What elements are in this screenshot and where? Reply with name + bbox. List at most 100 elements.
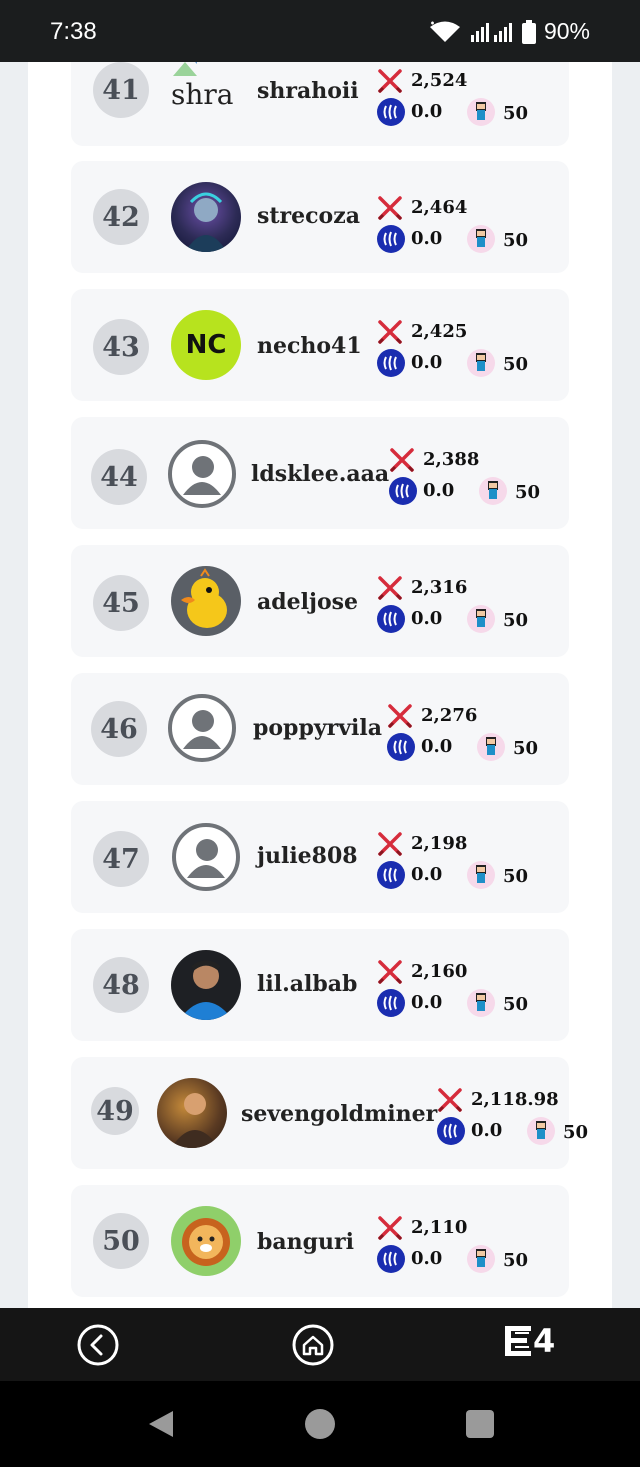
default-avatar[interactable] <box>167 693 237 763</box>
units-count: 50 <box>503 354 529 375</box>
power-value: 2,110 <box>411 1217 468 1238</box>
rank-badge: 46 <box>91 701 147 757</box>
units-count: 50 <box>503 103 529 124</box>
default-avatar[interactable] <box>167 439 237 509</box>
status-icons: 90% <box>428 18 590 45</box>
user-photo-avatar[interactable] <box>171 950 241 1020</box>
steem-icon <box>377 225 405 253</box>
steem-power-value: 0.0 <box>423 480 455 501</box>
units-count: 50 <box>563 1122 589 1143</box>
user-photo-avatar[interactable] <box>171 182 241 252</box>
units-count: 50 <box>503 230 529 251</box>
system-recents-icon[interactable] <box>466 1410 494 1438</box>
steem-icon <box>377 98 405 126</box>
logo-number: 4 <box>533 1322 556 1360</box>
crossed-swords-icon <box>377 69 403 94</box>
stats-group: 2,276 0.0 50 <box>387 703 538 763</box>
rank-badge: 47 <box>93 831 149 887</box>
leaderboard-row[interactable]: 42 strecoza 2,464 0.0 50 <box>71 161 569 273</box>
card-unit-icon <box>477 733 505 761</box>
power-value: 2,388 <box>423 449 480 470</box>
rank-badge: 43 <box>93 319 149 375</box>
power-value: 2,464 <box>411 197 468 218</box>
units-count: 50 <box>503 610 529 631</box>
username[interactable]: lil.albab <box>257 971 357 997</box>
signal-icon <box>470 22 512 42</box>
rank-badge: 48 <box>93 957 149 1013</box>
leaderboard-row[interactable]: 49 sevengoldminer 2,118.98 0.0 50 <box>71 1057 588 1169</box>
username[interactable]: sevengoldminer <box>241 1101 437 1127</box>
username[interactable]: ldsklee.aaa <box>251 461 389 487</box>
leaderboard-row[interactable]: 41 shra shrahoii 2,524 0.0 50 <box>71 62 569 146</box>
power-value: 2,316 <box>411 577 468 598</box>
card-unit-icon <box>467 349 495 377</box>
stats-group: 2,118.98 0.0 50 <box>437 1087 588 1147</box>
stats-group: 2,425 0.0 50 <box>377 319 528 379</box>
system-home-icon[interactable] <box>305 1409 335 1439</box>
username[interactable]: necho41 <box>257 333 362 359</box>
leaderboard-row[interactable]: 48 lil.albab 2,160 0.0 50 <box>71 929 569 1041</box>
units-count: 50 <box>503 866 529 887</box>
steem-power-value: 0.0 <box>411 228 443 249</box>
steem-icon <box>377 605 405 633</box>
lion-avatar[interactable] <box>171 1206 241 1276</box>
units-count: 50 <box>503 994 529 1015</box>
stats-group: 2,464 0.0 50 <box>377 195 528 255</box>
battery-icon <box>521 19 536 44</box>
power-value: 2,276 <box>421 705 478 726</box>
home-icon[interactable] <box>291 1323 335 1367</box>
initials-avatar[interactable]: NC <box>171 310 241 380</box>
crossed-swords-icon <box>377 320 403 345</box>
steem-power-value: 0.0 <box>411 352 443 373</box>
steem-power-value: 0.0 <box>411 101 443 122</box>
leaderboard-row[interactable]: 43 NC necho41 2,425 0.0 50 <box>71 289 569 401</box>
units-count: 50 <box>503 1250 529 1271</box>
leaderboard-row[interactable]: 50 banguri 2,110 0.0 50 <box>71 1185 569 1297</box>
leaderboard-row[interactable]: 45 adeljose 2,316 0.0 50 <box>71 545 569 657</box>
power-value: 2,198 <box>411 833 468 854</box>
crossed-swords-icon <box>377 832 403 857</box>
crossed-swords-icon <box>387 704 413 729</box>
bottom-nav: 4 <box>0 1308 640 1381</box>
card-unit-icon <box>527 1117 555 1145</box>
crossed-swords-icon <box>437 1088 463 1113</box>
app-logo[interactable]: 4 <box>505 1322 556 1360</box>
username[interactable]: strecoza <box>257 203 360 229</box>
username[interactable]: banguri <box>257 1229 354 1255</box>
card-unit-icon <box>467 861 495 889</box>
leaderboard-row[interactable]: 44 ldsklee.aaa 2,388 0.0 50 <box>71 417 569 529</box>
leaderboard-row[interactable]: 46 poppyrvila 2,276 0.0 50 <box>71 673 569 785</box>
system-back-icon[interactable] <box>145 1409 175 1439</box>
username[interactable]: shrahoii <box>257 78 359 104</box>
steem-icon <box>377 861 405 889</box>
username[interactable]: adeljose <box>257 589 358 615</box>
duck-avatar[interactable] <box>171 566 241 636</box>
username[interactable]: poppyrvila <box>253 715 382 741</box>
steem-power-value: 0.0 <box>411 1248 443 1269</box>
username[interactable]: julie808 <box>257 843 358 869</box>
leaderboard-view[interactable]: 41 shra shrahoii 2,524 0.0 50 42 strecoz… <box>0 62 640 1308</box>
default-avatar[interactable] <box>171 822 241 892</box>
stats-group: 2,524 0.0 50 <box>377 68 528 128</box>
steem-icon <box>389 477 417 505</box>
back-icon[interactable] <box>76 1323 120 1367</box>
power-value: 2,118.98 <box>471 1089 559 1110</box>
steem-icon <box>387 733 415 761</box>
steem-power-value: 0.0 <box>411 864 443 885</box>
stats-group: 2,198 0.0 50 <box>377 831 528 891</box>
steem-icon <box>377 1245 405 1273</box>
card-unit-icon <box>467 225 495 253</box>
logo-mark-icon <box>505 1326 531 1356</box>
power-value: 2,425 <box>411 321 468 342</box>
card-unit-icon <box>467 98 495 126</box>
leaderboard-row[interactable]: 47 julie808 2,198 0.0 50 <box>71 801 569 913</box>
power-value: 2,160 <box>411 961 468 982</box>
card-unit-icon <box>467 605 495 633</box>
crossed-swords-icon <box>389 448 415 473</box>
rank-badge: 41 <box>93 62 149 118</box>
user-photo-avatar[interactable] <box>157 1078 227 1148</box>
rank-badge: 44 <box>91 449 147 505</box>
broken-image-avatar: shra <box>171 62 241 124</box>
system-nav-bar <box>0 1381 640 1467</box>
rank-badge: 50 <box>93 1213 149 1269</box>
